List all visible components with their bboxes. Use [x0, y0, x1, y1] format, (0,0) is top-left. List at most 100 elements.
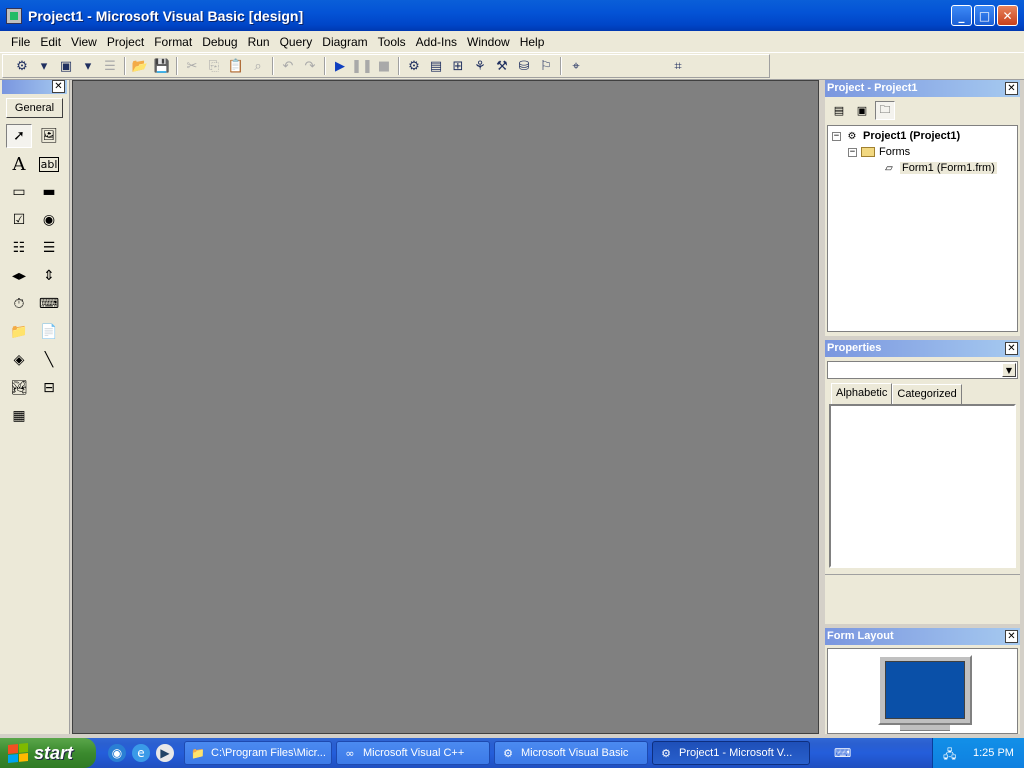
tree-node-form1[interactable]: ▱ Form1 (Form1.frm) [832, 160, 1017, 176]
optionbutton-icon[interactable]: ◉ [36, 208, 62, 232]
commandbutton-icon[interactable]: ▬ [36, 180, 62, 204]
mdi-workspace[interactable] [72, 80, 819, 734]
save-project-icon[interactable]: 💾 [151, 55, 173, 77]
project-explorer-close-button[interactable]: ✕ [1005, 82, 1018, 95]
add-project-icon[interactable]: ⚙ [11, 55, 33, 77]
project-explorer-title-bar[interactable]: Project - Project1 ✕ [825, 80, 1020, 97]
menu-run[interactable]: Run [243, 35, 275, 49]
network-icon[interactable]: 🖧 [943, 745, 959, 761]
properties-title-bar[interactable]: Properties ✕ [825, 340, 1020, 357]
quick-launch: ◉ e ▶ [108, 744, 174, 762]
vscrollbar-icon[interactable]: ⇕ [36, 264, 62, 288]
shape-icon[interactable]: ◈ [6, 348, 32, 372]
monitor-screen[interactable] [885, 661, 965, 719]
toolbox-icon[interactable]: ⚒ [491, 55, 513, 77]
paste-icon[interactable]: 📋 [225, 55, 247, 77]
copy-icon[interactable]: ⎘ [203, 55, 225, 77]
menu-edit[interactable]: Edit [35, 35, 66, 49]
tab-alphabetic[interactable]: Alphabetic [831, 383, 893, 404]
listbox-icon[interactable]: ☰ [36, 236, 62, 260]
toolbar-separator [176, 57, 178, 75]
menu-file[interactable]: File [6, 35, 35, 49]
open-project-icon[interactable]: 📂 [129, 55, 151, 77]
title-bar[interactable]: Project1 - Microsoft Visual Basic [desig… [0, 0, 1024, 31]
end-icon[interactable]: ■ [373, 55, 395, 77]
menu-view[interactable]: View [66, 35, 102, 49]
hscrollbar-icon[interactable]: ◂▸ [6, 264, 32, 288]
keyboard-icon[interactable]: ⌨ [834, 746, 854, 760]
textbox-icon[interactable]: abl [36, 152, 62, 176]
start-button[interactable]: start [0, 738, 96, 768]
properties-window-icon[interactable]: ▤ [425, 55, 447, 77]
form-layout-icon[interactable]: ⊞ [447, 55, 469, 77]
menu-help[interactable]: Help [515, 35, 550, 49]
combobox-icon[interactable]: ☷ [6, 236, 32, 260]
form-layout-title-bar[interactable]: Form Layout ✕ [825, 628, 1020, 645]
menu-editor-icon[interactable]: ☰ [99, 55, 121, 77]
taskbar-button-visual-cpp[interactable]: ∞ Microsoft Visual C++ [336, 741, 490, 765]
property-grid[interactable] [829, 404, 1016, 568]
toolbox-title-bar[interactable]: ✕ [2, 80, 67, 94]
menu-diagram[interactable]: Diagram [317, 35, 372, 49]
collapse-icon[interactable]: − [848, 147, 857, 157]
show-desktop-icon[interactable]: ◉ [108, 744, 126, 762]
close-button[interactable]: ✕ [997, 5, 1018, 26]
find-icon[interactable]: ⌕ [247, 55, 269, 77]
undo-icon[interactable]: ↶ [277, 55, 299, 77]
menu-query[interactable]: Query [275, 35, 318, 49]
menu-add-ins[interactable]: Add-Ins [411, 35, 462, 49]
taskbar-button-visual-basic[interactable]: ⚙ Microsoft Visual Basic [494, 741, 648, 765]
data-view-icon[interactable]: ⛁ [513, 55, 535, 77]
toggle-folders-icon[interactable]: 🗀 [875, 100, 895, 120]
internet-explorer-icon[interactable]: e [132, 744, 150, 762]
menu-tools[interactable]: Tools [373, 35, 411, 49]
minimize-button[interactable]: _ [951, 5, 972, 26]
add-form-icon[interactable]: ▣ [55, 55, 77, 77]
line-icon[interactable]: ╲ [36, 348, 62, 372]
start-icon[interactable]: ▶ [329, 55, 351, 77]
media-player-icon[interactable]: ▶ [156, 744, 174, 762]
component-manager-icon[interactable]: ⚐ [535, 55, 557, 77]
menu-window[interactable]: Window [462, 35, 515, 49]
taskbar-button-project1[interactable]: ⚙ Project1 - Microsoft V... [652, 741, 810, 765]
form-layout-close-button[interactable]: ✕ [1005, 630, 1018, 643]
project-explorer-icon[interactable]: ⚙ [403, 55, 425, 77]
menu-debug[interactable]: Debug [197, 35, 242, 49]
cut-icon[interactable]: ✂ [181, 55, 203, 77]
dropdown-arrow-icon[interactable]: ▾ [33, 55, 55, 77]
view-object-icon[interactable]: ▣ [852, 101, 872, 120]
ole-icon[interactable]: ▦ [6, 404, 32, 428]
picturebox-icon[interactable]: 🖼 [36, 124, 62, 148]
tree-node-forms[interactable]: − Forms [832, 144, 1017, 160]
data-control-icon[interactable]: ⊟ [36, 376, 62, 400]
object-selector-dropdown[interactable]: ▼ [827, 361, 1018, 379]
vb-project-icon: ⚙ [661, 746, 671, 760]
vb-app-icon[interactable] [6, 7, 22, 24]
tab-categorized[interactable]: Categorized [892, 384, 962, 404]
maximize-button[interactable]: □ [974, 5, 995, 26]
pointer-icon[interactable]: ➚ [6, 124, 32, 148]
toolbox-close-button[interactable]: ✕ [52, 80, 65, 93]
taskbar-button-explorer[interactable]: 📁 C:\Program Files\Micr... [184, 741, 332, 765]
label-icon[interactable]: A [6, 152, 32, 176]
menu-format[interactable]: Format [149, 35, 197, 49]
chevron-down-icon[interactable]: ▼ [1002, 363, 1016, 377]
toolbox-tab-general[interactable]: General [6, 98, 63, 118]
image-icon[interactable]: 🏞 [6, 376, 32, 400]
drivelistbox-icon[interactable]: ⌨ [36, 292, 62, 316]
checkbox-icon[interactable]: ☑ [6, 208, 32, 232]
object-browser-icon[interactable]: ⚘ [469, 55, 491, 77]
redo-icon[interactable]: ↷ [299, 55, 321, 77]
break-icon[interactable]: ❚❚ [351, 55, 373, 77]
timer-icon[interactable]: ⏱ [6, 292, 32, 316]
menu-project[interactable]: Project [102, 35, 149, 49]
collapse-icon[interactable]: − [832, 131, 841, 141]
dropdown-arrow-icon[interactable]: ▾ [77, 55, 99, 77]
view-code-icon[interactable]: ▤ [829, 101, 849, 120]
tree-node-project[interactable]: − ⚙ Project1 (Project1) [832, 128, 1017, 144]
frame-icon[interactable]: ▭ [6, 180, 32, 204]
dirlistbox-icon[interactable]: 📁 [6, 320, 32, 344]
start-label: start [34, 742, 74, 763]
filelistbox-icon[interactable]: 📄 [36, 320, 62, 344]
properties-close-button[interactable]: ✕ [1005, 342, 1018, 355]
